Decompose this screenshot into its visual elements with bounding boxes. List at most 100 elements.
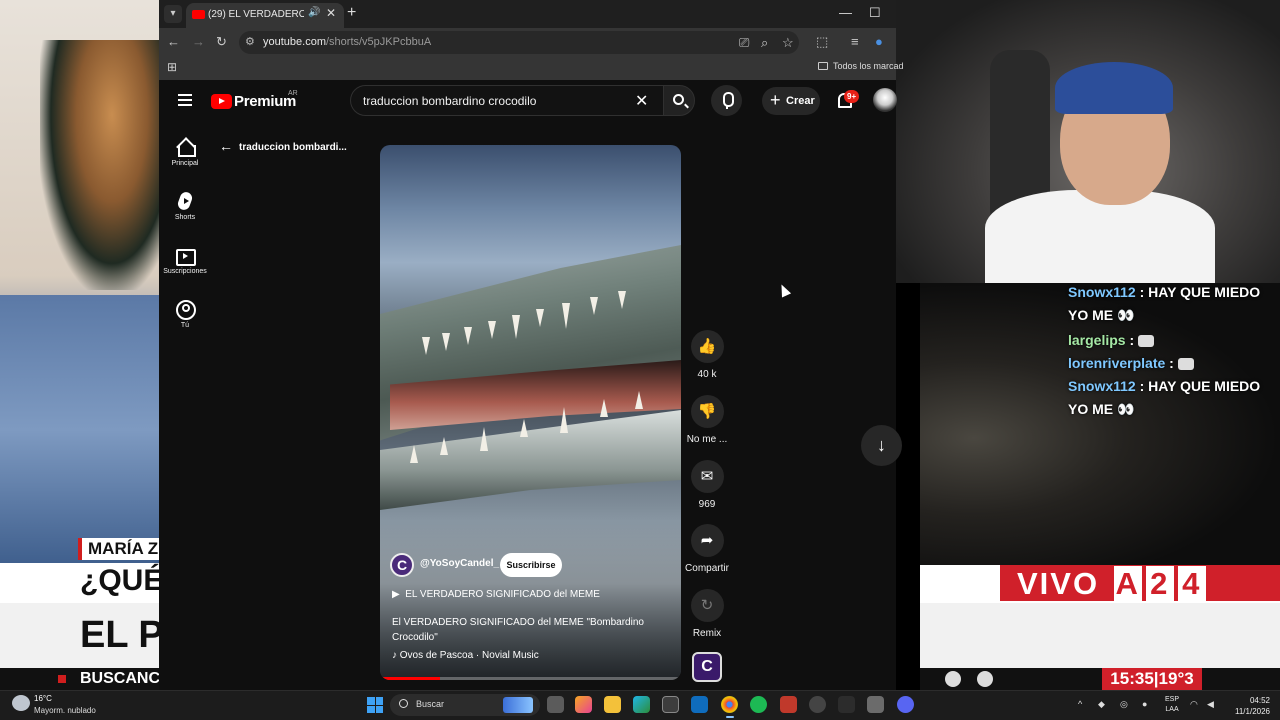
- comments-button[interactable]: ✉: [690, 460, 724, 493]
- menu-hamburger-icon[interactable]: [178, 94, 192, 106]
- channel-avatar[interactable]: C: [390, 553, 414, 577]
- chrome-icon[interactable]: [721, 696, 738, 713]
- address-bar[interactable]: ⚙ youtube.com/shorts/v5pJKPcbbuA ⎚ ⌕ ☆: [239, 31, 799, 54]
- cast-icon[interactable]: ⎚: [739, 35, 749, 51]
- channel-name[interactable]: @YoSoyCandel_: [420, 558, 499, 569]
- remix-button[interactable]: ↻: [690, 589, 724, 622]
- news-ticker-text: BUSCANC: [80, 670, 160, 687]
- video-progress-bar[interactable]: [380, 677, 681, 680]
- sidebar-item-shorts[interactable]: Shorts: [159, 192, 211, 221]
- outlook-icon[interactable]: [691, 696, 708, 713]
- minimize-button[interactable]: —: [839, 5, 852, 20]
- next-short-button[interactable]: ↓: [861, 425, 902, 466]
- search-highlight-image: [503, 697, 533, 713]
- app-icon[interactable]: [867, 696, 884, 713]
- taskbar-search[interactable]: Buscar: [390, 694, 540, 716]
- volume-icon[interactable]: ◀: [1207, 699, 1214, 710]
- music-link[interactable]: ♪ Ovos de Pascoa · Novial Music: [392, 650, 539, 661]
- url-text: youtube.com/shorts/v5pJKPcbbuA: [263, 36, 432, 48]
- ticker-dot-icon: [58, 675, 66, 683]
- back-icon[interactable]: ←: [167, 34, 180, 49]
- arrow-left-icon: ←: [219, 138, 233, 154]
- dislike-button[interactable]: 👎: [690, 395, 724, 428]
- file-explorer-icon[interactable]: [604, 696, 621, 713]
- windows-start-icon[interactable]: [367, 697, 383, 713]
- emote-icon: [1138, 335, 1155, 348]
- sound-thumbnail[interactable]: C: [692, 652, 722, 682]
- tab-youtube[interactable]: (29) EL VERDADERO SIGNIFI 🔊 ✕: [186, 3, 344, 28]
- search-query: traduccion bombardino crocodilo: [363, 94, 537, 108]
- back-to-results[interactable]: ← traduccion bombardi...: [219, 138, 347, 154]
- create-button[interactable]: + Crear: [762, 87, 820, 115]
- language-indicator[interactable]: ESP LAA: [1165, 695, 1179, 715]
- all-bookmarks-folder[interactable]: Todos los marcad: [818, 61, 904, 71]
- tab-search-button[interactable]: ▾: [164, 5, 182, 23]
- tooth: [520, 419, 528, 437]
- sidebar-item-principal[interactable]: Principal: [159, 138, 211, 167]
- tray-app-icon[interactable]: ◎: [1120, 699, 1128, 710]
- spotify-icon[interactable]: [750, 696, 767, 713]
- streaming-app-icon[interactable]: [780, 696, 797, 713]
- youtube-premium-logo[interactable]: Premium: [211, 93, 296, 111]
- remix-icon: ↻: [700, 597, 714, 614]
- voice-search-button[interactable]: [711, 85, 742, 116]
- audio-playing-icon[interactable]: 🔊: [308, 7, 320, 18]
- like-button[interactable]: 👍: [690, 330, 724, 363]
- app-icon[interactable]: [838, 696, 855, 713]
- site-info-icon[interactable]: ⚙: [245, 35, 255, 48]
- streamer-cap: [1055, 62, 1173, 114]
- search-input[interactable]: traduccion bombardino crocodilo ✕: [350, 85, 663, 116]
- short-video-player[interactable]: C @YoSoyCandel_ Suscribirse ▶ EL VERDADE…: [380, 145, 681, 680]
- dislike-label: No me ...: [686, 434, 728, 445]
- discord-icon[interactable]: [897, 696, 914, 713]
- weather-cloud-icon[interactable]: [12, 695, 30, 711]
- news-headline-2: EL P: [80, 614, 164, 656]
- weather-description[interactable]: Mayorm. nublado: [34, 706, 96, 715]
- profile-icon[interactable]: ●: [875, 34, 883, 49]
- news-presenter: [40, 40, 160, 290]
- system-clock[interactable]: 04:52 11/1/2026: [1228, 695, 1270, 717]
- media-control-icon[interactable]: ≡: [851, 34, 859, 49]
- store-icon[interactable]: [662, 696, 679, 713]
- channel-ticker: [920, 668, 1280, 690]
- streamer-shirt: [985, 190, 1215, 285]
- playlist-link[interactable]: ▶ EL VERDADERO SIGNIFICADO del MEME: [392, 589, 600, 600]
- whatsapp-icon: [945, 671, 961, 687]
- obs-icon[interactable]: [809, 696, 826, 713]
- extensions-icon[interactable]: ⬚: [816, 34, 828, 50]
- share-button[interactable]: ➦: [690, 524, 724, 557]
- short-description[interactable]: El VERDADERO SIGNIFICADO del MEME "Bomba…: [392, 615, 662, 645]
- task-view-icon[interactable]: [547, 696, 564, 713]
- comment-count: 969: [698, 499, 716, 510]
- plus-icon: +: [770, 90, 781, 110]
- maximize-button[interactable]: ☐: [869, 5, 881, 21]
- windows-taskbar: 16°C Mayorm. nublado Buscar ^ ◆ ◎ ● ESP L…: [0, 690, 1280, 720]
- zoom-icon[interactable]: ⌕: [761, 35, 768, 51]
- edge-icon[interactable]: [633, 696, 650, 713]
- tray-app-icon[interactable]: ◆: [1098, 699, 1105, 710]
- microphone-icon[interactable]: ●: [1142, 699, 1147, 709]
- chat-message: Snowx112 : HAY QUE MIEDO YO ME 👀: [1068, 284, 1261, 323]
- browser-window: ▾ (29) EL VERDADERO SIGNIFI 🔊 ✕ + — ☐ ← …: [159, 0, 904, 690]
- search-button[interactable]: [663, 85, 695, 116]
- tray-overflow-icon[interactable]: ^: [1078, 699, 1082, 709]
- sidebar-item-subscriptions[interactable]: Suscripciones: [159, 246, 211, 275]
- forward-icon[interactable]: →: [192, 34, 205, 49]
- bookmark-star-icon[interactable]: ☆: [782, 35, 794, 51]
- dislike-action: 👎 No me ...: [681, 395, 733, 445]
- tab-close-icon[interactable]: ✕: [326, 6, 336, 20]
- weather-temperature[interactable]: 16°C: [34, 694, 52, 703]
- new-tab-button[interactable]: +: [347, 4, 356, 22]
- sidebar-item-you[interactable]: Tú: [159, 300, 211, 329]
- clear-search-icon[interactable]: ✕: [635, 91, 648, 111]
- stream-chat: Snowx112 : HAY QUE MIEDO YO ME 👀 largeli…: [1068, 281, 1280, 421]
- subscribe-button[interactable]: Suscribirse: [500, 553, 562, 577]
- tab-strip: ▾ (29) EL VERDADERO SIGNIFI 🔊 ✕ + — ☐: [159, 0, 896, 28]
- account-avatar[interactable]: [873, 88, 897, 112]
- reload-icon[interactable]: ↻: [216, 34, 227, 50]
- copilot-icon[interactable]: [575, 696, 592, 713]
- apps-grid-icon[interactable]: ⊞: [167, 60, 177, 74]
- network-icon[interactable]: ◠: [1190, 699, 1198, 710]
- channel-bug-text: VIVO A24: [1017, 566, 1206, 602]
- like-action: 👍 40 k: [681, 330, 733, 380]
